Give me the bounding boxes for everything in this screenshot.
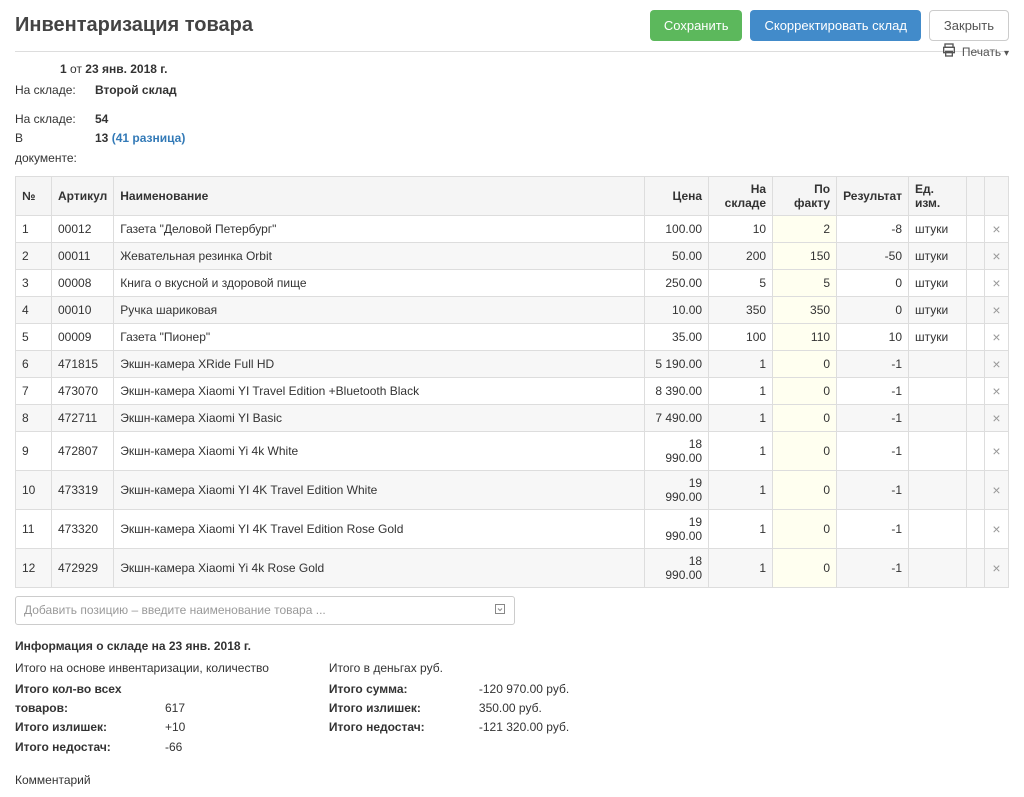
col-unit[interactable]: Ед. изм. [909,176,967,215]
table-row[interactable]: 12472929Экшн-камера Xiaomi Yi 4k Rose Go… [16,548,1009,587]
total-money: -120 970.00 руб. [479,682,569,696]
delete-row-icon[interactable]: × [985,470,1009,509]
print-button[interactable]: Печать [15,42,1009,61]
fact-cell[interactable]: 0 [773,350,837,377]
total-qty: 617 [165,701,185,715]
table-row[interactable]: 8472711Экшн-камера Xiaomi YI Basic7 490.… [16,404,1009,431]
col-no[interactable]: № [16,176,52,215]
shortage-money: -121 320.00 руб. [479,720,569,734]
col-price[interactable]: Цена [645,176,709,215]
delete-row-icon[interactable]: × [985,509,1009,548]
delete-row-icon[interactable]: × [985,296,1009,323]
table-row[interactable]: 300008Книга о вкусной и здоровой пище250… [16,269,1009,296]
close-button[interactable]: Закрыть [929,10,1009,41]
delete-row-icon[interactable]: × [985,404,1009,431]
fact-cell[interactable]: 350 [773,296,837,323]
table-row[interactable]: 200011Жевательная резинка Orbit50.002001… [16,242,1009,269]
comment-label: Комментарий [15,773,1009,787]
page-title: Инвентаризация товара [15,14,253,37]
col-fact[interactable]: По факту [773,176,837,215]
table-row[interactable]: 400010Ручка шариковая10.003503500штуки× [16,296,1009,323]
col-result[interactable]: Результат [837,176,909,215]
delete-row-icon[interactable]: × [985,242,1009,269]
adjust-stock-button[interactable]: Скорректировать склад [750,10,920,41]
fact-cell[interactable]: 150 [773,242,837,269]
fact-cell[interactable]: 0 [773,377,837,404]
inventory-table: № Артикул Наименование Цена На складе По… [15,176,1009,588]
table-row[interactable]: 10473319Экшн-камера Xiaomi YI 4K Travel … [16,470,1009,509]
fact-cell[interactable]: 5 [773,269,837,296]
doc-number: 1 [60,62,67,76]
surplus-qty: +10 [165,720,185,734]
delete-row-icon[interactable]: × [985,269,1009,296]
stock-count: 54 [95,110,108,129]
doc-date: 23 янв. 2018 г. [85,62,167,76]
table-row[interactable]: 6471815Экшн-камера XRide Full HD5 190.00… [16,350,1009,377]
delete-row-icon[interactable]: × [985,350,1009,377]
shortage-qty: -66 [165,740,182,754]
fact-cell[interactable]: 2 [773,215,837,242]
save-button[interactable]: Сохранить [650,10,743,41]
doc-count: 13 [95,131,108,145]
delete-row-icon[interactable]: × [985,215,1009,242]
warehouse-name: Второй склад [95,81,177,100]
table-row[interactable]: 100012Газета "Деловой Петербург"100.0010… [16,215,1009,242]
table-row[interactable]: 7473070Экшн-камера Xiaomi YI Travel Edit… [16,377,1009,404]
table-row[interactable]: 9472807Экшн-камера Xiaomi Yi 4k White18 … [16,431,1009,470]
add-item-input[interactable]: Добавить позицию – введите наименование … [15,596,515,625]
summary-title: Информация о складе на 23 янв. 2018 г. [15,639,1009,653]
surplus-money: 350.00 руб. [479,701,542,715]
printer-icon [941,42,957,61]
col-stock[interactable]: На складе [709,176,773,215]
delete-row-icon[interactable]: × [985,323,1009,350]
col-name[interactable]: Наименование [114,176,645,215]
delete-row-icon[interactable]: × [985,431,1009,470]
fact-cell[interactable]: 0 [773,509,837,548]
fact-cell[interactable]: 110 [773,323,837,350]
col-art[interactable]: Артикул [52,176,114,215]
delete-row-icon[interactable]: × [985,548,1009,587]
fact-cell[interactable]: 0 [773,431,837,470]
table-row[interactable]: 11473320Экшн-камера Xiaomi YI 4K Travel … [16,509,1009,548]
dropdown-icon [494,603,506,618]
fact-cell[interactable]: 0 [773,470,837,509]
delete-row-icon[interactable]: × [985,377,1009,404]
fact-cell[interactable]: 0 [773,548,837,587]
difference-link[interactable]: (41 разница) [112,131,186,145]
fact-cell[interactable]: 0 [773,404,837,431]
table-row[interactable]: 500009Газета "Пионер"35.0010011010штуки× [16,323,1009,350]
